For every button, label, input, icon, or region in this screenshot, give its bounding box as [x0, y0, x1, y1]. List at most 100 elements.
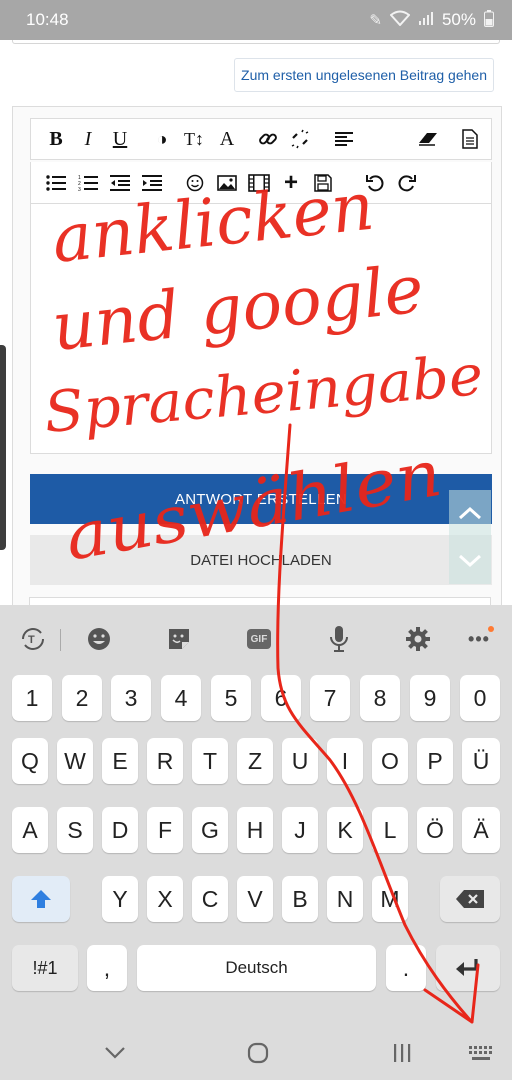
previous-post-edge [12, 40, 500, 44]
key-g[interactable]: G [192, 807, 228, 853]
create-reply-button[interactable]: ANTWORT ERSTELLEN [30, 474, 492, 524]
key-n[interactable]: N [327, 876, 363, 922]
battery-icon [484, 9, 494, 31]
key-e[interactable]: E [102, 738, 138, 784]
back-chevron-icon[interactable] [97, 1037, 133, 1069]
status-bar: 10:48 ✎ 50% [0, 0, 512, 40]
redo-icon[interactable] [394, 170, 420, 196]
key-5[interactable]: 5 [211, 675, 251, 721]
period-key[interactable]: . [386, 945, 426, 991]
font-size-icon[interactable]: T↕ [181, 126, 207, 152]
battery-percent: 50% [441, 10, 476, 29]
key-j[interactable]: J [282, 807, 318, 853]
edge-panel-handle[interactable] [0, 345, 6, 550]
key-l[interactable]: L [372, 807, 408, 853]
key-t[interactable]: T [192, 738, 228, 784]
sticker-icon[interactable] [162, 622, 196, 656]
insert-plus-icon[interactable]: + [278, 169, 304, 196]
key-r[interactable]: R [147, 738, 183, 784]
key-v[interactable]: V [237, 876, 273, 922]
key-c[interactable]: C [192, 876, 228, 922]
key-1[interactable]: 1 [12, 675, 52, 721]
align-icon[interactable] [331, 126, 357, 152]
font-icon[interactable]: A [214, 126, 240, 152]
scroll-up-icon[interactable] [449, 490, 491, 536]
enter-key[interactable] [436, 945, 500, 991]
key-s[interactable]: S [57, 807, 93, 853]
key-b[interactable]: B [282, 876, 318, 922]
symbols-key[interactable]: !#1 [12, 945, 78, 991]
gif-icon[interactable]: GIF [242, 622, 276, 656]
key-u[interactable]: U [282, 738, 318, 784]
scroll-down-icon[interactable] [449, 538, 491, 584]
emoji-icon[interactable] [82, 622, 116, 656]
outdent-icon[interactable] [107, 170, 133, 196]
key-p[interactable]: P [417, 738, 453, 784]
toolbar-divider [60, 629, 61, 651]
undo-icon[interactable] [362, 170, 388, 196]
source-icon[interactable] [457, 126, 483, 152]
key-w[interactable]: W [57, 738, 93, 784]
key-z[interactable]: Z [237, 738, 273, 784]
numbered-list-icon[interactable]: 123 [75, 170, 101, 196]
svg-text:T: T [28, 634, 35, 646]
video-icon[interactable] [246, 170, 272, 196]
key-i[interactable]: I [327, 738, 363, 784]
underline-button[interactable]: U [107, 126, 133, 152]
editor-toolbar-row-2: 123 + [30, 162, 492, 204]
key-a[interactable]: A [12, 807, 48, 853]
image-icon[interactable] [214, 170, 240, 196]
smiley-icon[interactable] [182, 170, 208, 196]
upload-file-button[interactable]: DATEI HOCHLADEN [30, 535, 492, 585]
key-6[interactable]: 6 [261, 675, 301, 721]
scroll-buttons [449, 490, 491, 584]
notification-dot [488, 626, 494, 632]
signal-icon [418, 10, 434, 30]
svg-text:3: 3 [78, 187, 81, 192]
reply-editor: B I U ◑ T↕ A 1 2 3 + ANTWORT ERSTELLEN D… [12, 106, 502, 606]
microphone-icon[interactable] [322, 622, 356, 656]
key-h[interactable]: H [237, 807, 273, 853]
key-4[interactable]: 4 [161, 675, 201, 721]
key-f[interactable]: F [147, 807, 183, 853]
save-icon[interactable] [310, 170, 336, 196]
key-o[interactable]: O [372, 738, 408, 784]
bold-button[interactable]: B [43, 126, 69, 152]
key-y[interactable]: Y [102, 876, 138, 922]
key-k[interactable]: K [327, 807, 363, 853]
comma-key[interactable]: , [87, 945, 127, 991]
unlink-icon[interactable] [287, 126, 313, 152]
first-unread-post-button[interactable]: Zum ersten ungelesenen Beitrag gehen [234, 58, 494, 92]
recent-apps-icon[interactable] [384, 1037, 420, 1069]
color-icon[interactable]: ◑ [149, 126, 175, 152]
key-3[interactable]: 3 [111, 675, 151, 721]
key-7[interactable]: 7 [310, 675, 350, 721]
backspace-key[interactable] [440, 876, 500, 922]
key-q[interactable]: Q [12, 738, 48, 784]
link-icon[interactable] [255, 126, 281, 152]
bullet-list-icon[interactable] [43, 170, 69, 196]
keyboard-toolbar: T GIF ••• [0, 605, 512, 673]
key-m[interactable]: M [372, 876, 408, 922]
key-8[interactable]: 8 [360, 675, 400, 721]
key-x[interactable]: X [147, 876, 183, 922]
key-2[interactable]: 2 [62, 675, 102, 721]
home-icon[interactable] [240, 1037, 276, 1069]
mute-icon: ✎ [369, 12, 382, 29]
space-key[interactable]: Deutsch [137, 945, 376, 991]
key-ue[interactable]: Ü [462, 738, 500, 784]
text-recognition-icon[interactable]: T [16, 622, 50, 656]
key-ae[interactable]: Ä [462, 807, 500, 853]
keyboard-hide-icon[interactable] [463, 1037, 499, 1069]
shift-key[interactable] [12, 876, 70, 922]
key-9[interactable]: 9 [410, 675, 450, 721]
italic-button[interactable]: I [75, 126, 101, 152]
key-oe[interactable]: Ö [417, 807, 453, 853]
key-d[interactable]: D [102, 807, 138, 853]
reply-textarea[interactable] [30, 204, 492, 454]
key-0[interactable]: 0 [460, 675, 500, 721]
eraser-icon[interactable] [415, 126, 441, 152]
settings-gear-icon[interactable] [401, 622, 435, 656]
indent-icon[interactable] [139, 170, 165, 196]
next-section-edge [29, 597, 491, 605]
